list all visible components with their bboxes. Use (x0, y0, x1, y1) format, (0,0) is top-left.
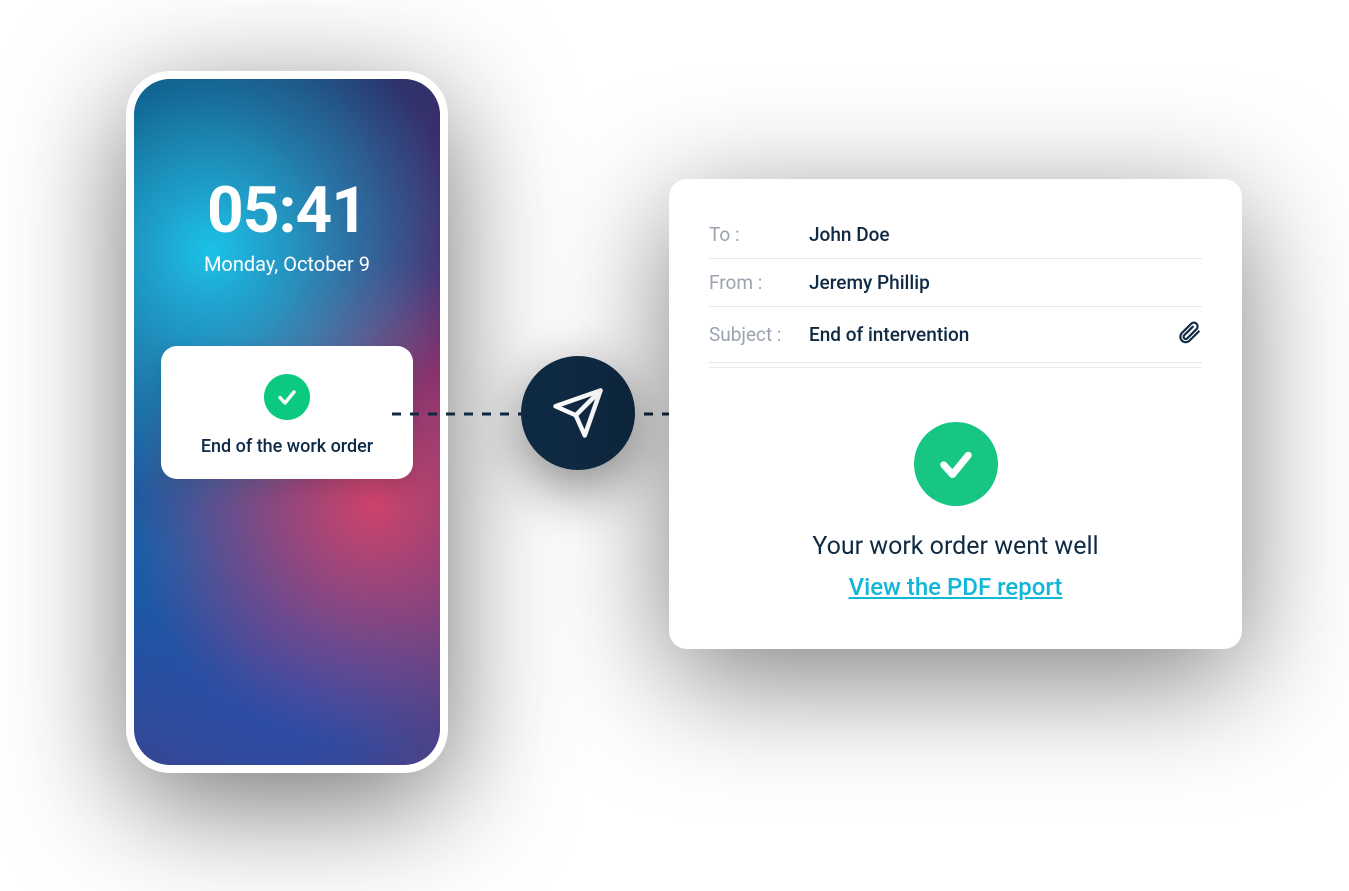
send-icon (521, 356, 635, 470)
phone-frame: 05:41 Monday, October 9 End of the work … (126, 71, 448, 773)
diagram-canvas: 05:41 Monday, October 9 End of the work … (0, 0, 1349, 891)
notification-text: End of the work order (201, 436, 373, 457)
email-body: Your work order went well View the PDF r… (709, 422, 1202, 601)
email-from-label: From : (709, 271, 809, 294)
email-subject-label: Subject : (709, 323, 809, 346)
lockscreen-date: Monday, October 9 (204, 252, 370, 276)
email-from-row: From : Jeremy Phillip (709, 259, 1202, 307)
notification-card: End of the work order (161, 346, 413, 479)
check-icon (914, 422, 998, 506)
phone-lockscreen: 05:41 Monday, October 9 End of the work … (134, 79, 440, 765)
email-from-value: Jeremy Phillip (809, 271, 930, 294)
lockscreen-time: 05:41 (207, 173, 367, 248)
attachment-icon (1176, 319, 1202, 350)
email-to-row: To : John Doe (709, 211, 1202, 259)
email-to-label: To : (709, 223, 809, 246)
check-icon (264, 374, 310, 420)
email-to-value: John Doe (809, 223, 890, 246)
email-subject-row: Subject : End of intervention (709, 307, 1202, 363)
view-pdf-link[interactable]: View the PDF report (849, 573, 1063, 601)
email-message: Your work order went well (812, 532, 1098, 561)
email-divider (709, 367, 1202, 368)
email-subject-value: End of intervention (809, 323, 969, 346)
email-card: To : John Doe From : Jeremy Phillip Subj… (669, 179, 1242, 649)
